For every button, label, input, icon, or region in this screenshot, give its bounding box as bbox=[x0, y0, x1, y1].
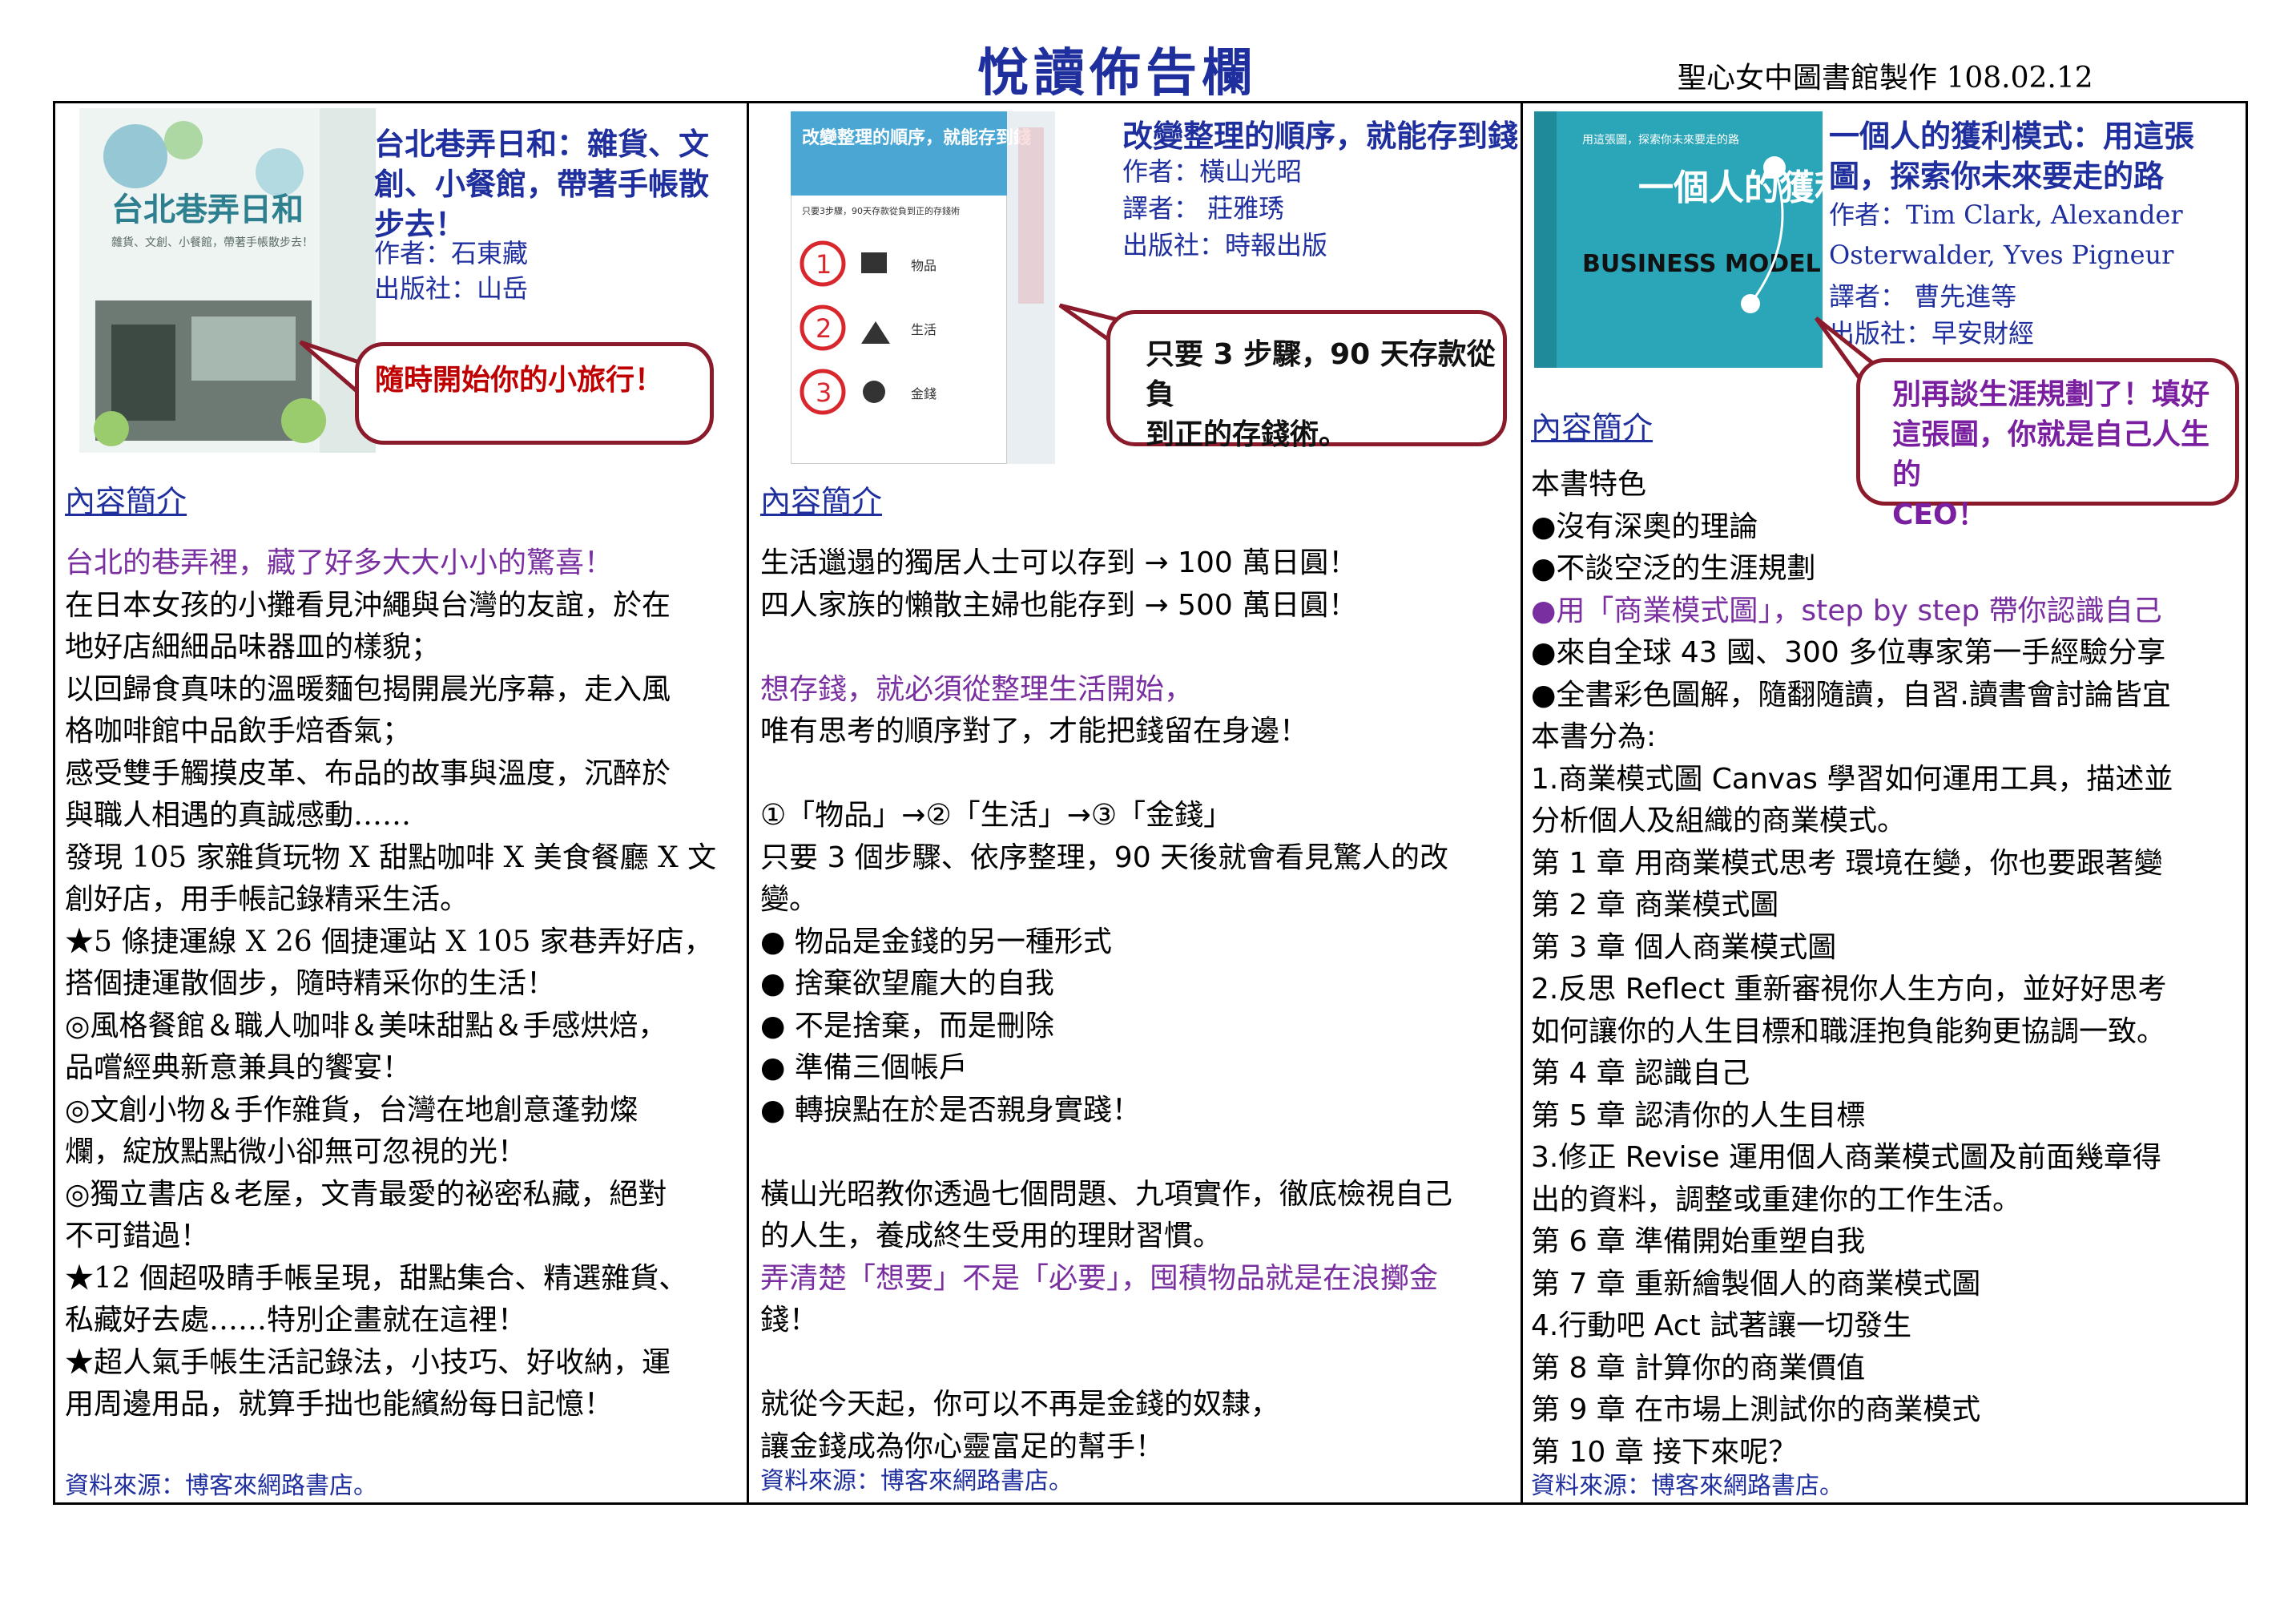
cover-subtitle-text: 雜貨、文創、小餐館，帶著手帳散步去！ bbox=[111, 236, 313, 249]
book-title-1: 台北巷弄日和：雜貨、文 創、小餐館，帶著手帳散 步去！ bbox=[374, 127, 710, 242]
book-cover-3: 用這張圖，探索你未來要走的路 一個人的獲利模式 BUSINESS MODEL Y… bbox=[1534, 111, 1823, 368]
content-intro-link-3[interactable]: 內容簡介 bbox=[1531, 403, 1653, 447]
svg-text:2: 2 bbox=[816, 313, 832, 344]
svg-text:物品: 物品 bbox=[911, 258, 937, 273]
book-title-2: 改變整理的順序，就能存到錢 bbox=[1122, 119, 1519, 154]
library-credit: 聖心女中圖書館製作 108.02.12 bbox=[1678, 62, 2093, 95]
cover-title-text: 台北巷弄日和 bbox=[111, 192, 304, 228]
svg-text:金錢: 金錢 bbox=[911, 386, 937, 401]
book-author-2: 作者：橫山光昭 bbox=[1122, 156, 1303, 187]
bubble-tail-1 bbox=[299, 340, 364, 400]
source-note-1: 資料來源：博客來網路書店。 bbox=[65, 1472, 377, 1500]
cover-subtitle-text: 只要3步驟，90天存款從負到正的存錢術 bbox=[802, 205, 960, 216]
book-column-1: 台北巷弄日和 雜貨、文創、小餐館，帶著手帳散步去！ 台北巷弄日和：雜貨、文 創、… bbox=[55, 103, 749, 1502]
page-title: 悅讀佈告欄 bbox=[977, 43, 1258, 103]
svg-text:1: 1 bbox=[816, 249, 832, 280]
content-intro-link-2[interactable]: 內容簡介 bbox=[760, 477, 882, 521]
source-note-2: 資料來源：博客來網路書店。 bbox=[760, 1467, 1073, 1495]
cover-english-text: BUSINESS MODEL YOU bbox=[1582, 250, 1823, 278]
book-publisher-2: 出版社：時報出版 bbox=[1122, 230, 1328, 260]
bulletin-table: 台北巷弄日和 雜貨、文創、小餐館，帶著手帳散步去！ 台北巷弄日和：雜貨、文 創、… bbox=[53, 101, 2248, 1505]
cover-title-text: 改變整理的順序，就能存到錢 bbox=[802, 127, 1031, 148]
content-intro-link-1[interactable]: 內容簡介 bbox=[65, 477, 187, 521]
source-note-3: 資料來源：博客來網路書店。 bbox=[1531, 1472, 1843, 1500]
book-translator-3: 譯者： 曹先進等 bbox=[1829, 281, 2017, 312]
book-description-2: 生活邋遢的獨居人士可以存到 → 100 萬日圓！ 四人家族的懶散主婦也能存到 →… bbox=[760, 546, 1453, 1463]
cover-title-text: 一個人的獲利模式 bbox=[1638, 167, 1823, 208]
cover-subtitle-text: 用這張圖，探索你未來要走的路 bbox=[1582, 133, 1739, 147]
book-cover-2: 改變整理的順序，就能存到錢 只要3步驟，90天存款從負到正的存錢術 1 2 3 … bbox=[791, 111, 1055, 464]
svg-text:生活: 生活 bbox=[911, 322, 937, 337]
book-author-3: 作者：Tim Clark, Alexander Osterwalder, Yve… bbox=[1829, 200, 2183, 270]
book-column-2: 改變整理的順序，就能存到錢 只要3步驟，90天存款從負到正的存錢術 1 2 3 … bbox=[749, 103, 1523, 1502]
speech-bubble-2: 只要 3 步驟，90 天存款從負 到正的存錢術。 bbox=[1106, 310, 1507, 451]
book-translator-2: 譯者： 莊雅琇 bbox=[1122, 193, 1285, 224]
book-column-3: 用這張圖，探索你未來要走的路 一個人的獲利模式 BUSINESS MODEL Y… bbox=[1523, 103, 2248, 1502]
book-description-3: 本書特色 ●沒有深奧的理論 ●不談空泛的生涯規劃 ●用「商業模式圖」，step … bbox=[1531, 468, 2173, 1469]
speech-bubble-1: 隨時開始你的小旅行！ bbox=[355, 342, 714, 445]
book-title-3: 一個人的獲利模式：用這張 圖，探索你未來要走的路 bbox=[1829, 119, 2195, 194]
book-publisher-1: 出版社：山岳 bbox=[374, 273, 529, 304]
book-description-1: 台北的巷弄裡，藏了好多大大小小的驚喜！ 在日本女孩的小攤看見沖繩與台灣的友誼，於… bbox=[65, 546, 717, 1421]
svg-text:3: 3 bbox=[816, 377, 832, 408]
book-author-1: 作者：石東藏 bbox=[374, 238, 529, 268]
